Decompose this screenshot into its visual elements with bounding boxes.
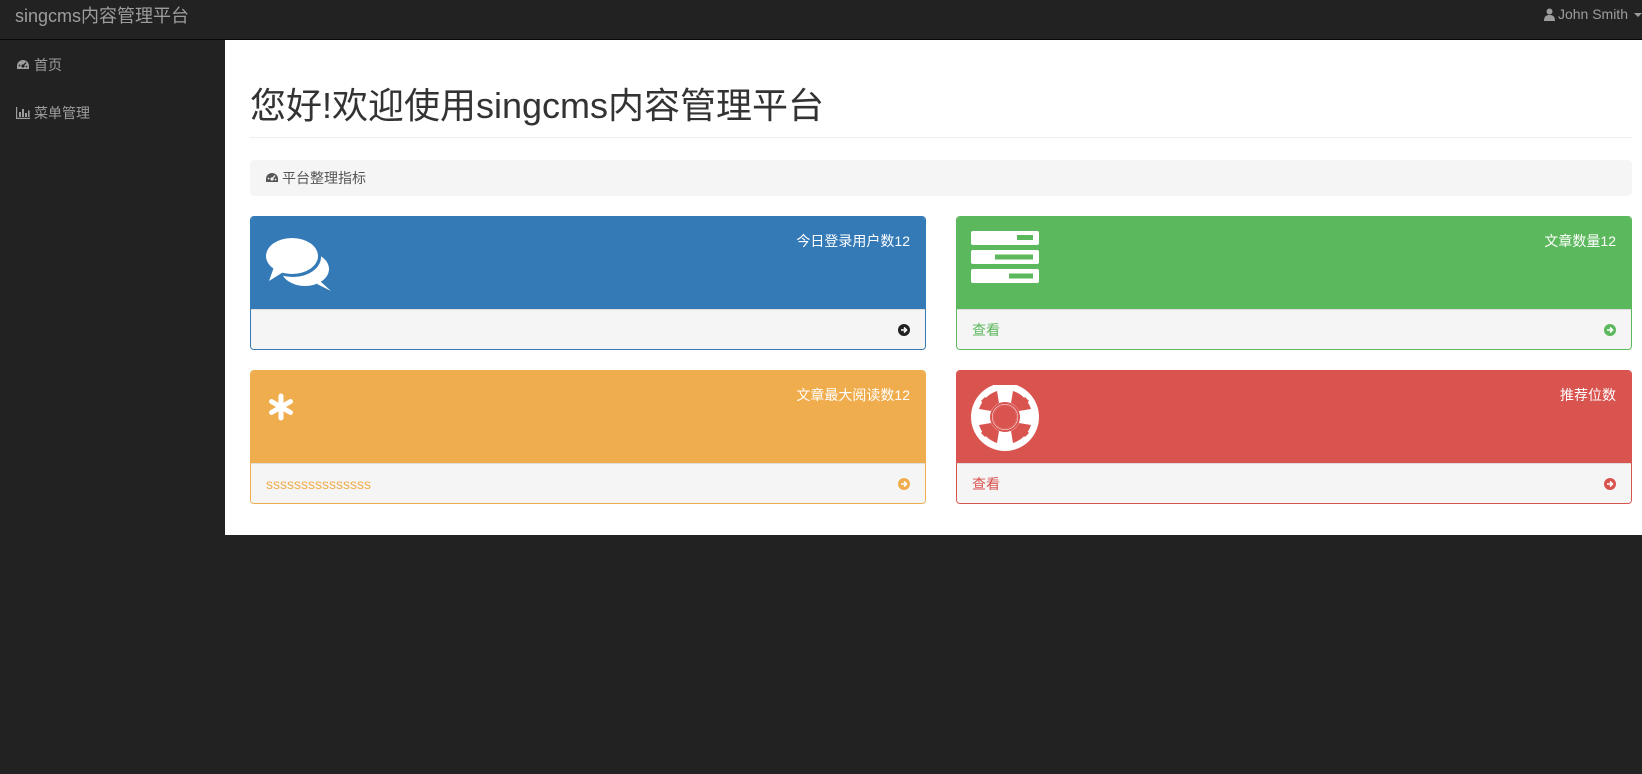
asterisk-icon (265, 385, 337, 453)
panel-max-reads: 文章最大阅读数12 sssssssssssssss (250, 370, 926, 504)
user-icon (1543, 8, 1555, 21)
sidebar-item-menu-management[interactable]: 菜单管理 (16, 103, 90, 123)
life-ring-icon (971, 383, 1043, 453)
panel-footer-link[interactable]: 查看 (957, 463, 1631, 503)
circle-arrow-right-icon (1603, 477, 1617, 491)
panel-footer-text: sssssssssssssss (266, 476, 371, 492)
main-content: 您好!欢迎使用singcms内容管理平台 平台整理指标 今日登录用户数12 文章… (225, 40, 1642, 535)
sidebar-item-label: 首页 (34, 57, 62, 73)
panel-metric: 今日登录用户数12 (796, 233, 910, 249)
dashboard-icon (265, 172, 279, 184)
panel-heading: 文章最大阅读数12 (251, 371, 925, 463)
sidebar: 首页 菜单管理 (0, 40, 225, 774)
breadcrumb-label: 平台整理指标 (282, 170, 366, 186)
breadcrumb: 平台整理指标 (250, 160, 1632, 196)
bar-chart-icon (16, 107, 30, 119)
panel-heading: 今日登录用户数12 (251, 217, 925, 309)
circle-arrow-right-icon (897, 477, 911, 491)
top-navbar: singcms内容管理平台 John Smith (0, 0, 1642, 40)
panel-heading: 文章数量12 (957, 217, 1631, 309)
comments-icon (265, 231, 337, 299)
user-menu-dropdown[interactable]: John Smith (1543, 6, 1642, 22)
sidebar-item-home[interactable]: 首页 (16, 55, 62, 75)
panel-footer-text: 查看 (972, 476, 1000, 492)
panel-recommend-positions: 推荐位数 查看 (956, 370, 1632, 504)
caret-down-icon (1634, 13, 1642, 17)
dashboard-icon (16, 59, 30, 71)
panel-metric: 文章数量12 (1544, 233, 1616, 249)
panel-footer-link[interactable]: sssssssssssssss (251, 463, 925, 503)
circle-arrow-right-icon (897, 323, 911, 337)
panel-footer-link[interactable] (251, 309, 925, 349)
panel-article-count: 文章数量12 查看 (956, 216, 1632, 350)
panel-footer-text: 查看 (972, 322, 1000, 338)
panel-heading: 推荐位数 (957, 371, 1631, 463)
brand-link[interactable]: singcms内容管理平台 (15, 5, 189, 27)
panel-footer-link[interactable]: 查看 (957, 309, 1631, 349)
page-title: 您好!欢迎使用singcms内容管理平台 (250, 85, 825, 126)
user-name: John Smith (1557, 6, 1628, 22)
circle-arrow-right-icon (1603, 323, 1617, 337)
panel-metric: 文章最大阅读数12 (796, 387, 910, 403)
title-divider (250, 137, 1632, 138)
tasks-icon (971, 231, 1043, 299)
panel-metric: 推荐位数 (1560, 387, 1616, 403)
sidebar-item-label: 菜单管理 (34, 105, 90, 121)
panel-login-users: 今日登录用户数12 (250, 216, 926, 350)
